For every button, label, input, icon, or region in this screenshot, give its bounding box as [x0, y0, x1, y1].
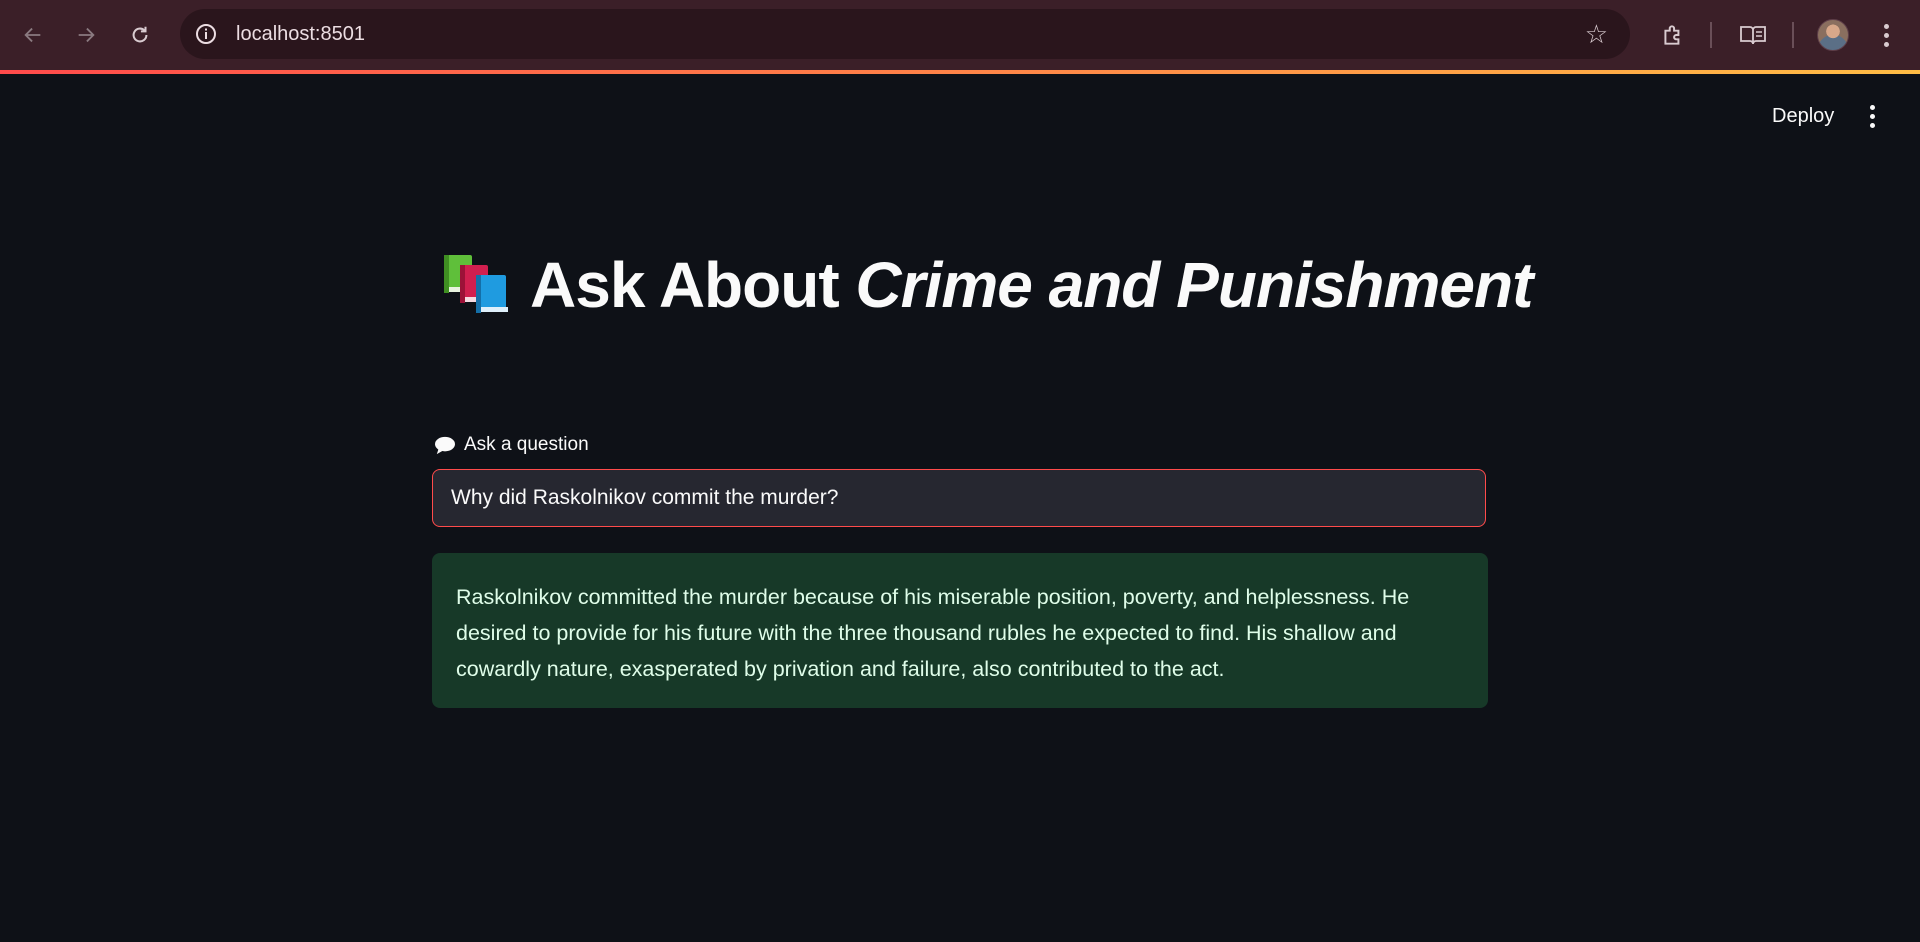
header-decoration-bar	[0, 70, 1920, 74]
browser-menu-icon[interactable]	[1876, 18, 1896, 52]
question-label: Ask a question	[434, 432, 589, 458]
forward-icon	[78, 27, 95, 43]
info-icon[interactable]	[194, 22, 218, 46]
back-button[interactable]	[15, 17, 51, 53]
extensions-icon	[1664, 25, 1680, 45]
deploy-button[interactable]: Deploy	[1756, 98, 1850, 134]
books-emoji-icon	[444, 255, 508, 313]
toolbar-divider	[1792, 22, 1794, 48]
reading-mode-button[interactable]	[1735, 17, 1771, 53]
reload-button[interactable]	[122, 17, 158, 53]
extensions-button[interactable]	[1655, 17, 1691, 53]
question-input[interactable]	[432, 469, 1486, 527]
browser-toolbar: localhost:8501 ☆	[0, 0, 1920, 70]
title-plain: Ask About	[530, 249, 856, 321]
answer-box: Raskolnikov committed the murder because…	[432, 553, 1488, 708]
title-italic: Crime and Punishment	[855, 249, 1533, 321]
page-title: Ask About Crime and Punishment	[440, 245, 1533, 325]
title-text: Ask About Crime and Punishment	[530, 248, 1533, 322]
question-label-text: Ask a question	[464, 434, 589, 455]
toolbar-divider	[1710, 22, 1712, 48]
back-icon	[24, 27, 41, 43]
speech-bubble-icon	[435, 436, 455, 455]
profile-avatar[interactable]	[1817, 19, 1849, 51]
url-text[interactable]: localhost:8501	[236, 9, 365, 59]
forward-button[interactable]	[68, 17, 104, 53]
main-menu-icon[interactable]	[1862, 98, 1882, 134]
reload-icon	[132, 26, 148, 43]
bookmark-star-icon[interactable]: ☆	[1585, 20, 1608, 48]
reading-mode-icon	[1740, 26, 1766, 45]
address-bar[interactable]: localhost:8501 ☆	[180, 9, 1630, 59]
